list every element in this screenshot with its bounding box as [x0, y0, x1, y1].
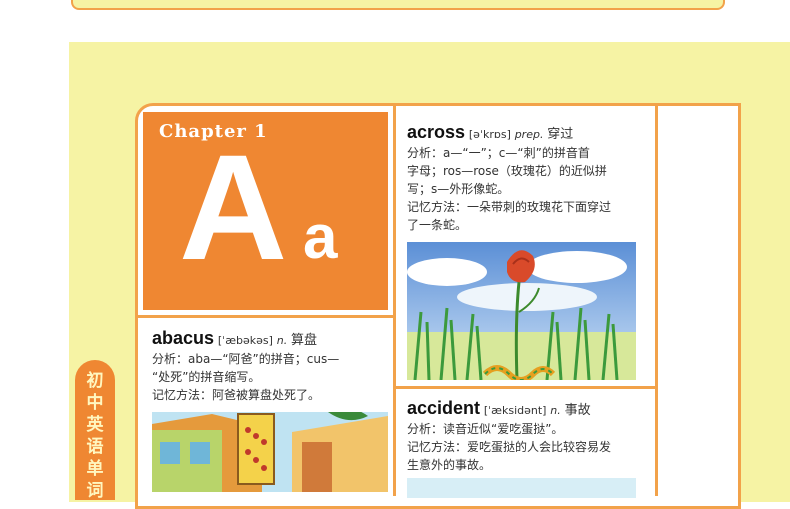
memory-tip: 了一条蛇。 [407, 218, 468, 232]
abacus-illustration [152, 412, 388, 492]
entry-across: across [əˈkrɒs] prep. 穿过 分析：a—“一”；c—“刺”的… [407, 123, 647, 234]
right-row-divider [396, 386, 656, 389]
memory-tip: 记忆方法：爱吃蛋挞的人会比较容易发 [407, 440, 612, 454]
meaning: 算盘 [291, 333, 318, 348]
tab-char: 单 [86, 459, 104, 479]
headword: across [407, 122, 466, 142]
headword: accident [407, 398, 481, 418]
phonetic: [əˈkrɒs] [468, 128, 511, 141]
part-of-speech: n. [550, 404, 561, 417]
column-divider [393, 106, 396, 496]
memory-tip: 生意外的事故。 [407, 458, 492, 472]
phonetic: [ˈæbəkəs] [217, 334, 273, 347]
analysis-line: 分析：a—“一”；c—“刺”的拼音首 [407, 146, 590, 160]
accident-illustration [407, 478, 636, 498]
analysis-line: 分析：读音近似“爱吃蛋挞”。 [407, 422, 564, 436]
entry-accident: accident [ˈæksidənt] n. 事故 分析：读音近似“爱吃蛋挞”… [407, 399, 647, 474]
meaning: 事故 [564, 403, 591, 418]
tab-char: 中 [86, 393, 104, 413]
meaning: 穿过 [547, 127, 574, 142]
tab-char: 语 [86, 437, 104, 457]
headword: abacus [152, 328, 215, 348]
analysis-line: 写；s—外形像蛇。 [407, 182, 510, 196]
rose-snake-illustration [407, 242, 636, 380]
previous-page-card [71, 0, 725, 10]
analysis-line: 字母；ros—rose（玫瑰花）的近似拼 [407, 164, 607, 178]
memory-tip: 记忆方法：阿爸被算盘处死了。 [152, 388, 321, 402]
analysis-line: 分析：aba—“阿爸”的拼音；cus— [152, 352, 340, 366]
analysis-line: “处死”的拼音缩写。 [152, 370, 261, 384]
entry-abacus: abacus [ˈæbəkəs] n. 算盘 分析：aba—“阿爸”的拼音；cu… [152, 329, 388, 404]
memory-tip: 记忆方法：一朵带刺的玫瑰花下面穿过 [407, 200, 612, 214]
tab-char: 英 [86, 415, 104, 435]
chapter-big-letter: A [179, 123, 288, 291]
left-row-divider [138, 315, 393, 318]
chapter-header: Chapter 1 A a [143, 112, 388, 310]
tab-char: 初 [86, 371, 104, 391]
part-of-speech: prep. [514, 128, 544, 141]
phonetic: [ˈæksidənt] [483, 404, 547, 417]
part-of-speech: n. [276, 334, 288, 347]
book-title-tab: 初 中 英 语 单 词 [75, 360, 115, 501]
right-column-rule [655, 106, 658, 496]
tab-char: 词 [86, 481, 104, 501]
chapter-small-letter: a [303, 203, 338, 272]
